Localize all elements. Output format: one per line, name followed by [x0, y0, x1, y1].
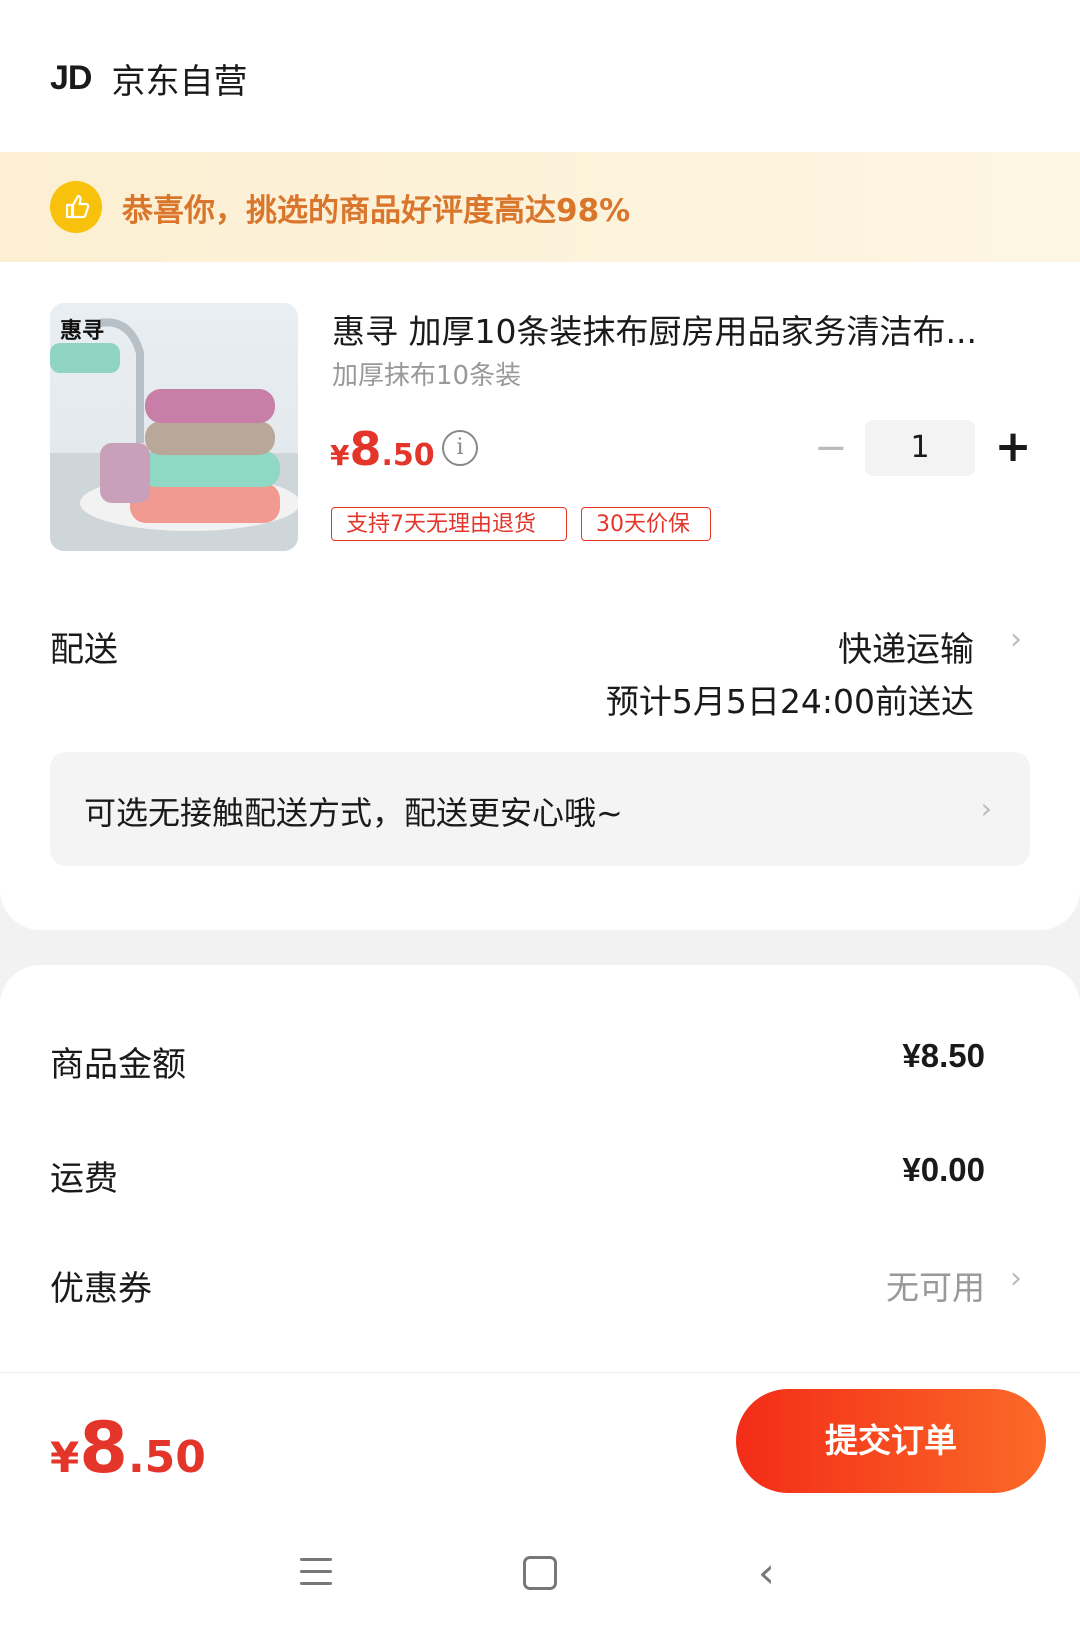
delivery-chevron-icon[interactable]: › [1010, 622, 1022, 657]
order-card: JD 京东自营 恭喜你，挑选的商品好评度高达98% 惠寻 惠寻 加厚10条装抹布… [0, 0, 1080, 930]
coupon-value[interactable]: 无可用 [886, 1261, 985, 1309]
jd-logo: JD [50, 58, 92, 97]
product-image[interactable]: 惠寻 [50, 303, 298, 551]
quantity-plus-button[interactable]: + [993, 422, 1033, 472]
coupon-label: 优惠券 [50, 1269, 152, 1309]
back-icon[interactable]: ‹ [758, 1548, 775, 1597]
product-spec[interactable]: 加厚抹布10条装 [332, 355, 521, 392]
store-name: 京东自营 [111, 61, 248, 102]
total-currency: ¥ [50, 1433, 80, 1482]
price-currency: ¥ [330, 439, 350, 472]
delivery-label: 配送 [50, 630, 118, 670]
product-brand-mark: 惠寻 [60, 319, 105, 344]
rating-banner: 恭喜你，挑选的商品好评度高达98% [0, 152, 1080, 262]
product-price: ¥8.50 [330, 422, 435, 476]
delivery-method[interactable]: 快递运输 [838, 622, 974, 671]
thumbs-up-icon [50, 181, 102, 233]
quantity-minus-button[interactable]: − [814, 428, 848, 468]
contactless-chevron-icon: › [980, 792, 992, 825]
menu-icon[interactable] [300, 1558, 332, 1594]
price-protection-tag: 30天价保 [581, 507, 711, 541]
goods-amount-label: 商品金额 [50, 1045, 186, 1085]
delivery-eta: 预计5月5日24:00前送达 [605, 682, 974, 721]
shipping-fee-value: ¥0.00 [902, 1151, 985, 1188]
coupon-chevron-icon[interactable]: › [1010, 1261, 1022, 1296]
system-nav-bar: ‹ [0, 1510, 1080, 1640]
contactless-text: 可选无接触配送方式，配送更安心哦~ [84, 794, 623, 832]
info-icon[interactable]: i [442, 430, 478, 466]
product-title[interactable]: 惠寻 加厚10条装抹布厨房用品家务清洁布... [332, 305, 1032, 353]
total-decimal: .50 [127, 1432, 206, 1483]
contactless-delivery-option[interactable]: 可选无接触配送方式，配送更安心哦~ › [50, 752, 1030, 866]
submit-order-button[interactable]: 提交订单 [736, 1389, 1046, 1493]
checkout-bar: ¥8.50 提交订单 [0, 1372, 1080, 1509]
home-icon[interactable] [523, 1556, 557, 1590]
rating-banner-text: 恭喜你，挑选的商品好评度高达98% [122, 192, 631, 229]
quantity-input[interactable]: 1 [865, 420, 975, 476]
price-decimal: .50 [381, 438, 435, 473]
shipping-fee-label: 运费 [50, 1159, 118, 1199]
total-price: ¥8.50 [50, 1407, 206, 1489]
store-header[interactable]: JD 京东自营 [50, 48, 247, 108]
price-integer: 8 [349, 422, 382, 476]
return-policy-tag: 支持7天无理由退货 [331, 507, 567, 541]
total-integer: 8 [79, 1407, 128, 1489]
goods-amount-value: ¥8.50 [902, 1037, 985, 1074]
